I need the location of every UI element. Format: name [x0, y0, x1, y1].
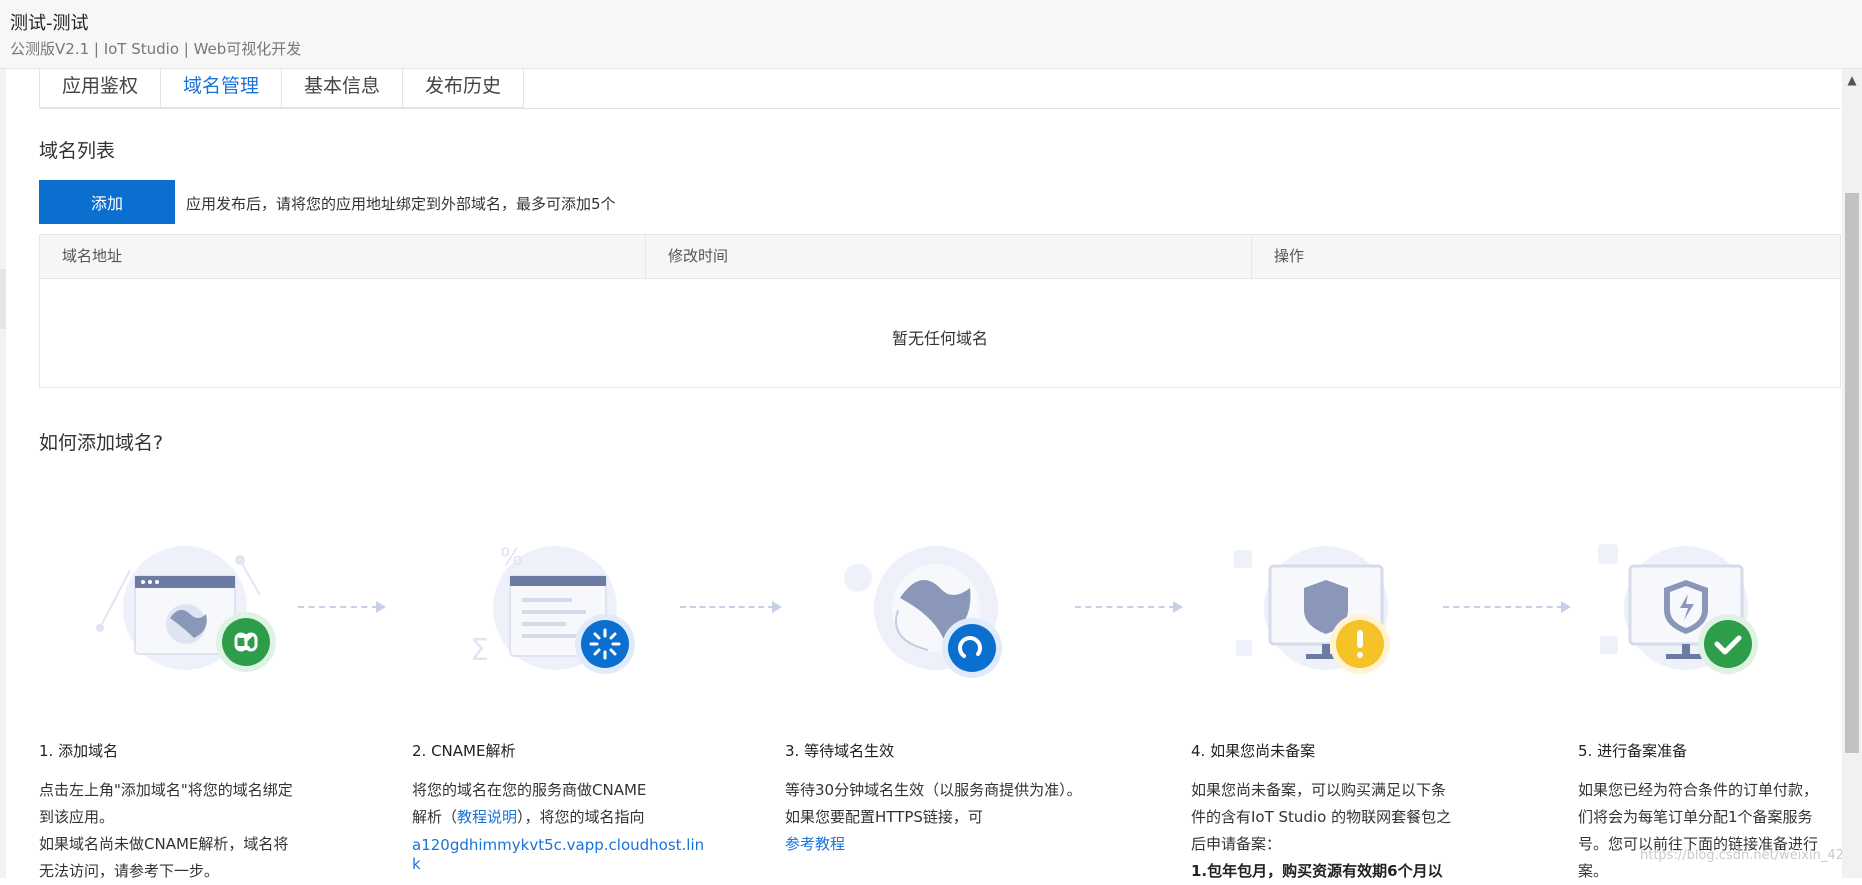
step-3-line: 等待30分钟域名生效（以服务商提供为准）。	[785, 781, 1082, 799]
waiting-illustration	[844, 546, 1002, 678]
column-domain-address: 域名地址	[40, 235, 646, 278]
svg-text:Σ: Σ	[470, 633, 489, 668]
step-4: 4. 如果您尚未备案 如果您尚未备案，可以购买满足以下条 件的含有IoT Stu…	[1191, 740, 1491, 885]
app-header: 测试-测试 公测版V2.1 | IoT Studio | Web可视化开发	[0, 0, 1862, 69]
scroll-thumb[interactable]	[1845, 193, 1859, 753]
filing-ready-illustration	[1598, 544, 1758, 674]
column-modified-time: 修改时间	[646, 235, 1252, 278]
step-2-line: 将您的域名在您的服务商做CNAME	[412, 781, 647, 799]
step-arrow-4	[1443, 601, 1571, 613]
table-header: 域名地址 修改时间 操作	[40, 235, 1840, 279]
add-domain-hint: 应用发布后，请将您的应用地址绑定到外部域名，最多可添加5个	[186, 195, 616, 213]
step-arrow-1	[298, 601, 386, 613]
tab-domain-management[interactable]: 域名管理	[160, 69, 283, 108]
cname-illustration: Σ %	[470, 543, 635, 674]
step-arrow-2	[680, 601, 782, 613]
vertical-scrollbar[interactable]: ▲	[1842, 69, 1862, 878]
domain-table: 域名地址 修改时间 操作 暂无任何域名	[39, 234, 1841, 388]
step-5-title: 5. 进行备案准备	[1578, 742, 1688, 760]
add-domain-button[interactable]: 添加	[39, 180, 175, 224]
step-3: 3. 等待域名生效 等待30分钟域名生效（以服务商提供为准）。 如果您要配置HT…	[785, 740, 1125, 858]
tab-app-auth[interactable]: 应用鉴权	[39, 69, 162, 108]
step-3-line: 如果您要配置HTTPS链接，可	[785, 808, 983, 826]
add-domain-illustration	[96, 546, 276, 672]
tutorial-link[interactable]: 教程说明	[457, 808, 517, 826]
cname-target-link[interactable]: a120gdhimmykvt5c.vapp.cloudhost.lin	[412, 835, 712, 855]
step-arrow-3	[1075, 601, 1183, 613]
tab-publish-history[interactable]: 发布历史	[402, 69, 525, 108]
step-2-title: 2. CNAME解析	[412, 742, 516, 760]
not-filed-illustration	[1234, 546, 1390, 674]
tab-basic-info[interactable]: 基本信息	[281, 69, 404, 108]
table-empty-message: 暂无任何域名	[891, 329, 988, 348]
cname-target-link-cont[interactable]: k	[412, 855, 712, 873]
tab-bar: 应用鉴权 域名管理 基本信息 发布历史	[39, 69, 525, 109]
svg-text:%: %	[500, 543, 523, 571]
step-4-line: 如果您尚未备案，可以购买满足以下条	[1191, 781, 1447, 799]
step-2-line: 解析（教程说明），将您的域名指向	[412, 804, 712, 831]
column-actions: 操作	[1274, 247, 1305, 265]
step-5-line: 如果您已经为符合条件的订单付款，	[1578, 781, 1819, 799]
step-2: 2. CNAME解析 将您的域名在您的服务商做CNAME 解析（教程说明），将您…	[412, 740, 712, 873]
step-1-line: 如果域名尚未做CNAME解析，域名将	[39, 835, 289, 853]
step-2-text: 解析（	[412, 808, 458, 826]
step-1: 1. 添加域名 点击左上角"添加域名"将您的域名绑定 到该应用。 如果域名尚未做…	[39, 740, 339, 885]
step-4-line: 件的含有IoT Studio 的物联网套餐包之	[1191, 808, 1452, 826]
step-5-line: 们将会为每笔订单分配1个备案服务	[1578, 808, 1813, 826]
left-strip	[0, 69, 6, 878]
watermark: https://blog.csdn.net/weixin_42377	[1640, 848, 1862, 863]
step-4-title: 4. 如果您尚未备案	[1191, 742, 1316, 760]
tab-divider	[39, 108, 1841, 109]
step-4-condition: 1.包年包月，购买资源有效期6个月以	[1191, 862, 1443, 880]
step-1-line: 到该应用。	[39, 808, 115, 826]
scroll-up-icon[interactable]: ▲	[1842, 69, 1862, 91]
step-2-text: ），将您的域名指向	[517, 808, 645, 826]
app-subtitle: 公测版V2.1 | IoT Studio | Web可视化开发	[10, 40, 302, 58]
howto-title: 如何添加域名?	[39, 432, 164, 454]
app-title: 测试-测试	[10, 13, 89, 34]
reference-tutorial-link[interactable]: 参考教程	[785, 831, 1125, 858]
step-3-title: 3. 等待域名生效	[785, 742, 895, 760]
step-1-title: 1. 添加域名	[39, 742, 119, 760]
step-5: 5. 进行备案准备 如果您已经为符合条件的订单付款， 们将会为每笔订单分配1个备…	[1578, 740, 1840, 885]
step-4-line: 后申请备案：	[1191, 835, 1282, 853]
step-1-line: 无法访问，请参考下一步。	[39, 862, 220, 880]
step-1-line: 点击左上角"添加域名"将您的域名绑定	[39, 781, 293, 799]
domain-list-title: 域名列表	[39, 140, 116, 162]
